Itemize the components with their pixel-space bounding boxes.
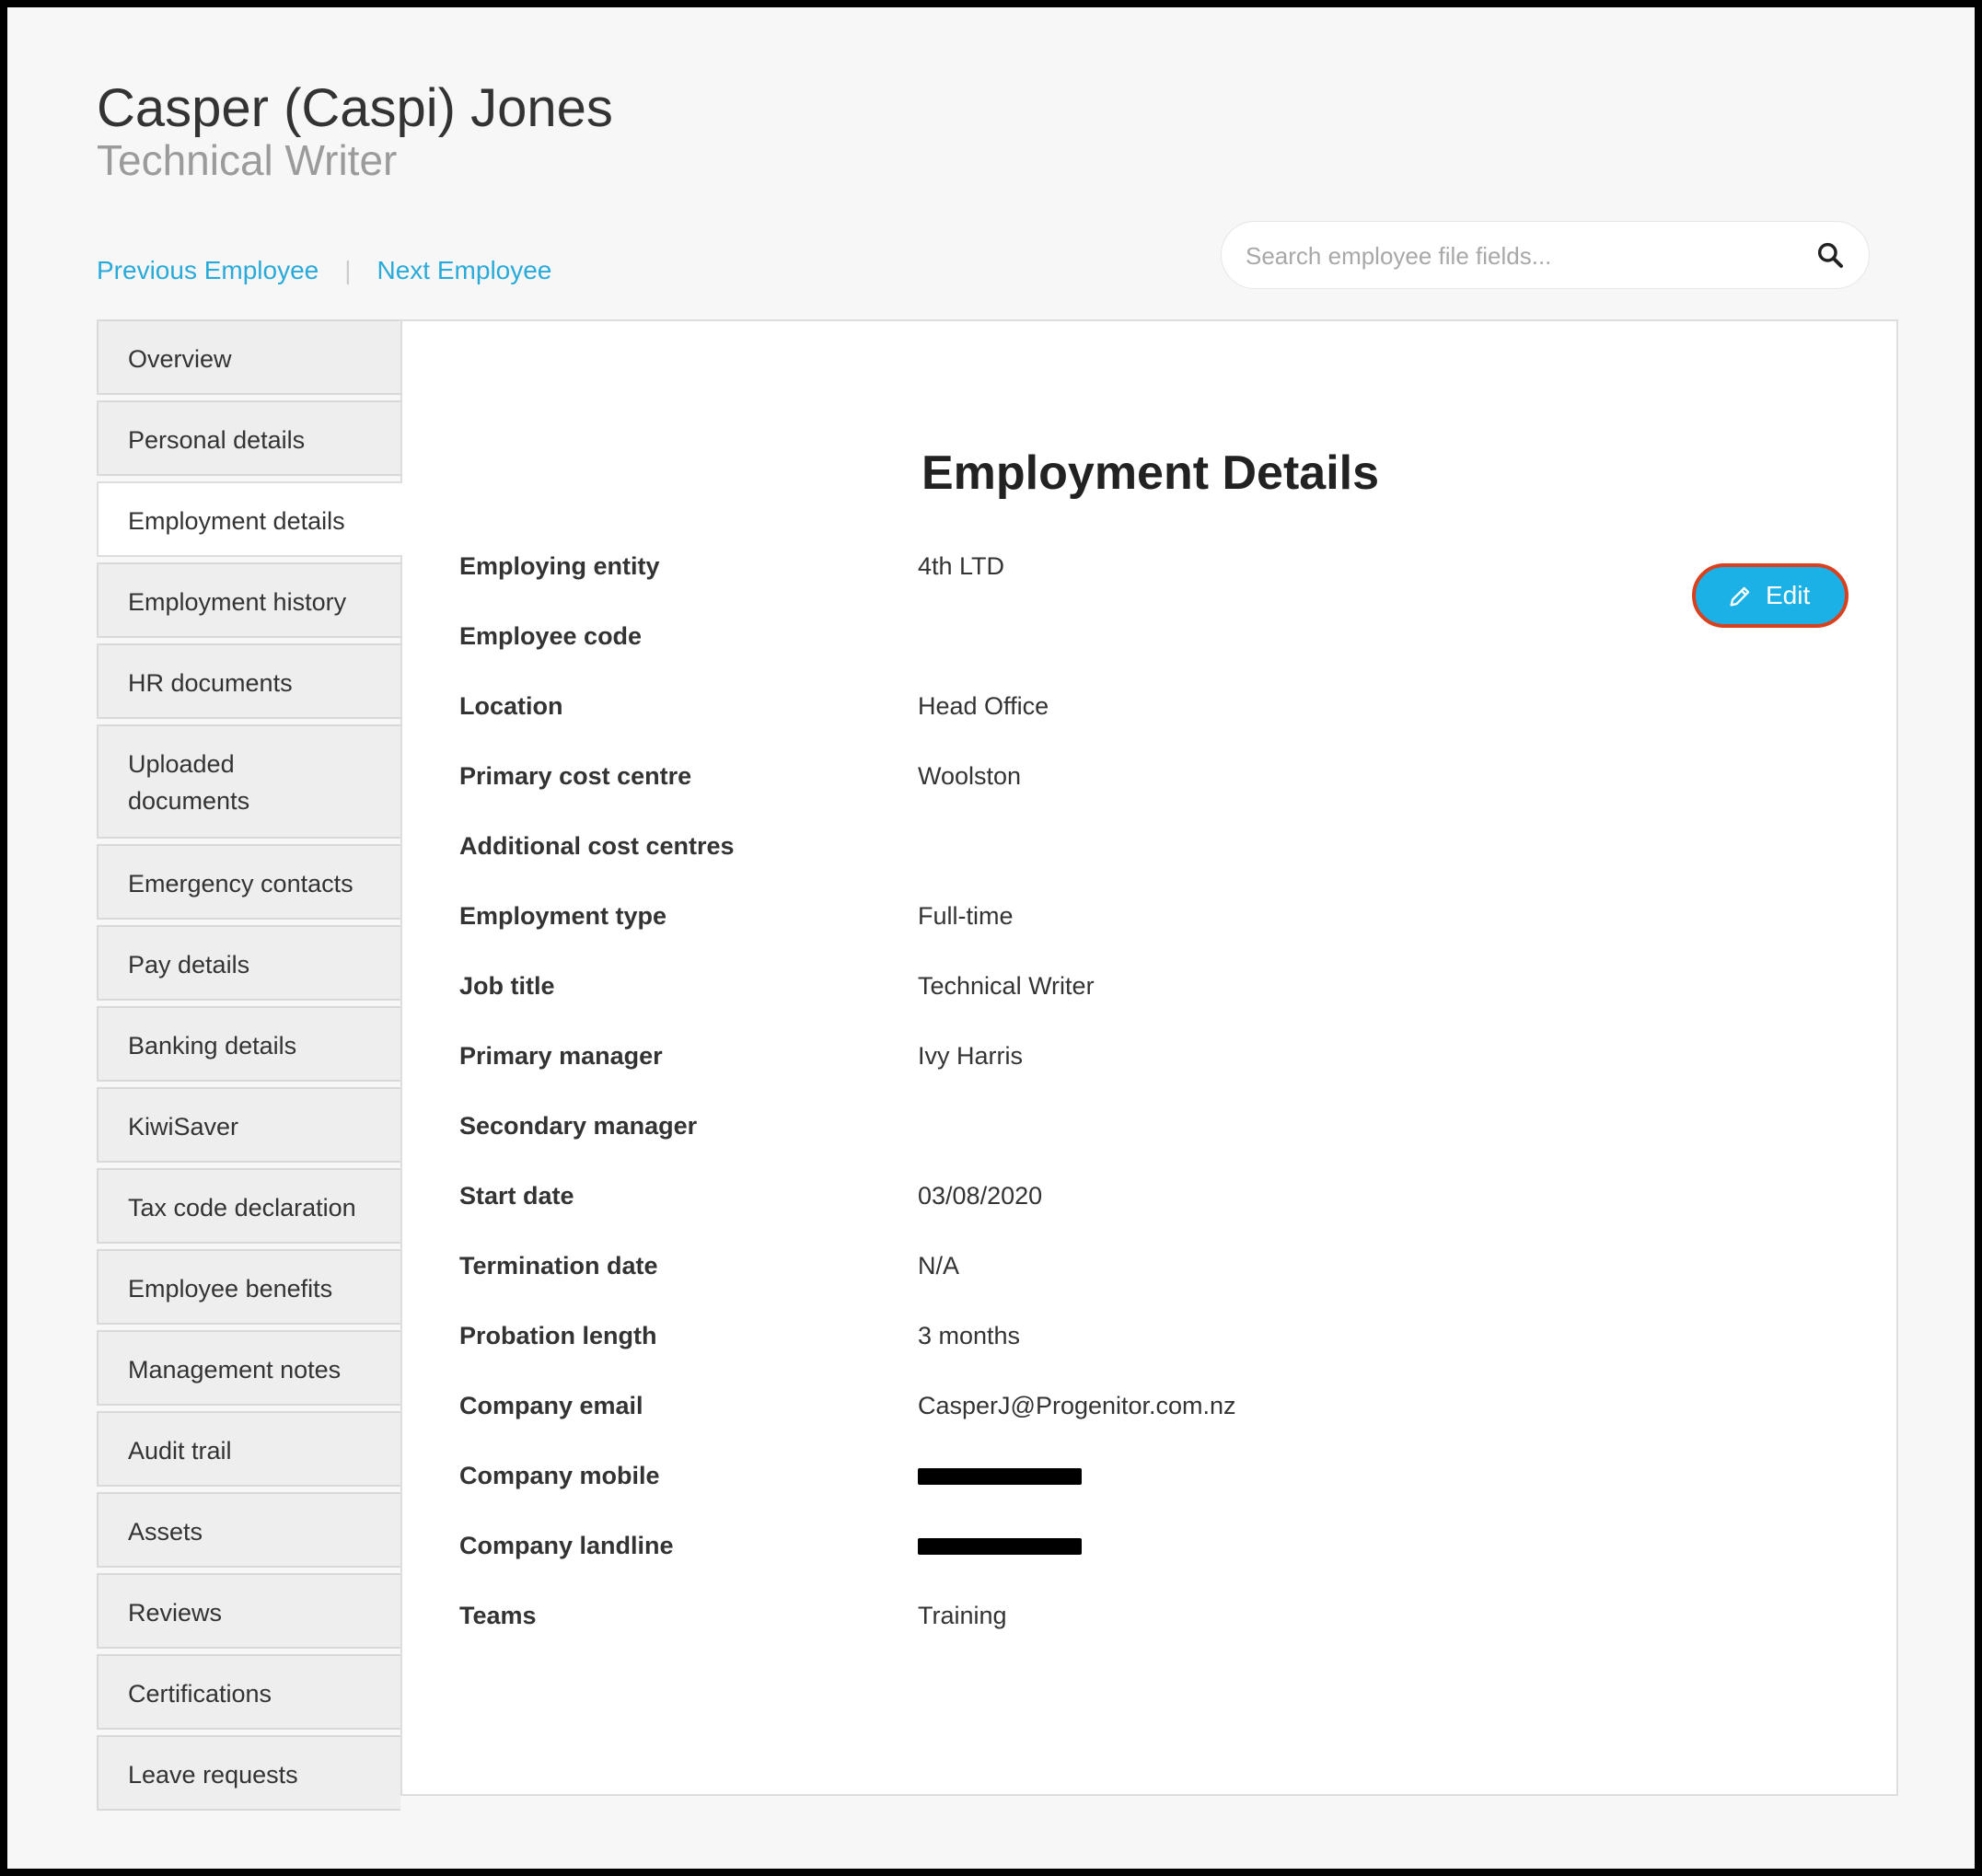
field-label: Employee code [459, 622, 643, 650]
tab-reviews[interactable]: Reviews [97, 1573, 400, 1649]
field-label: Additional cost centres [459, 832, 735, 860]
detail-row-job-title: Job title Technical Writer [459, 969, 1472, 1039]
field-label: Company landline [459, 1532, 674, 1559]
employee-role: Technical Writer [97, 136, 398, 184]
detail-row-employee-code: Employee code [459, 620, 1472, 689]
field-label: Teams [459, 1602, 537, 1629]
field-value: Training [918, 1602, 1007, 1629]
field-value-redacted [918, 1459, 1082, 1493]
detail-row-company-email: Company email CasperJ@Progenitor.com.nz [459, 1389, 1472, 1459]
next-employee-link[interactable]: Next Employee [377, 256, 552, 284]
field-value: Woolston [918, 762, 1022, 790]
field-label: Primary manager [459, 1042, 663, 1070]
sidebar-nav: Overview Personal details Employment det… [97, 319, 402, 1816]
field-label: Job title [459, 972, 555, 1000]
search-box [1221, 221, 1870, 289]
detail-row-secondary-manager: Secondary manager [459, 1109, 1472, 1179]
detail-row-probation-length: Probation length 3 months [459, 1319, 1472, 1389]
field-label: Employing entity [459, 552, 660, 580]
field-label: Termination date [459, 1252, 658, 1280]
redaction-bar [918, 1468, 1082, 1485]
edit-button[interactable]: Edit [1692, 563, 1849, 628]
detail-row-location: Location Head Office [459, 689, 1472, 759]
field-value: N/A [918, 1252, 960, 1280]
field-value: 3 months [918, 1322, 1021, 1349]
employee-navigation: Previous Employee | Next Employee [97, 254, 551, 287]
field-value: Technical Writer [918, 972, 1095, 1000]
field-value: CasperJ@Progenitor.com.nz [918, 1392, 1236, 1419]
detail-row-start-date: Start date 03/08/2020 [459, 1179, 1472, 1249]
field-label: Probation length [459, 1322, 657, 1349]
tab-uploaded-documents[interactable]: Uploaded documents [97, 724, 400, 839]
tab-kiwisaver[interactable]: KiwiSaver [97, 1087, 400, 1163]
tab-employment-history[interactable]: Employment history [97, 562, 400, 638]
tab-employee-benefits[interactable]: Employee benefits [97, 1249, 400, 1325]
detail-row-primary-manager: Primary manager Ivy Harris [459, 1039, 1472, 1109]
tab-emergency-contacts[interactable]: Emergency contacts [97, 844, 400, 920]
tab-personal-details[interactable]: Personal details [97, 400, 400, 476]
detail-row-primary-cost-centre: Primary cost centre Woolston [459, 759, 1472, 829]
tab-tax-code-declaration[interactable]: Tax code declaration [97, 1168, 400, 1244]
tab-certifications[interactable]: Certifications [97, 1654, 400, 1730]
pencil-icon [1730, 586, 1750, 607]
field-label: Employment type [459, 902, 667, 930]
detail-row-employment-type: Employment type Full-time [459, 899, 1472, 969]
tab-leave-requests[interactable]: Leave requests [97, 1735, 400, 1811]
redaction-bar [918, 1538, 1082, 1555]
detail-row-company-landline: Company landline [459, 1529, 1472, 1599]
employee-name: Casper (Caspi) Jones [97, 78, 613, 138]
field-label: Company email [459, 1392, 643, 1419]
search-input[interactable] [1244, 235, 1791, 277]
search-icon[interactable] [1815, 240, 1845, 270]
field-value: 03/08/2020 [918, 1182, 1043, 1210]
panel-title: Employment Details [921, 446, 1380, 500]
edit-button-label: Edit [1766, 581, 1811, 609]
field-label: Primary cost centre [459, 762, 692, 790]
field-value: Head Office [918, 692, 1049, 720]
detail-row-termination-date: Termination date N/A [459, 1249, 1472, 1319]
field-value: Ivy Harris [918, 1042, 1023, 1070]
field-label: Company mobile [459, 1462, 660, 1489]
previous-employee-link[interactable]: Previous Employee [97, 256, 319, 284]
tab-audit-trail[interactable]: Audit trail [97, 1411, 400, 1487]
field-value: 4th LTD [918, 552, 1005, 580]
tab-employment-details[interactable]: Employment details [97, 481, 402, 557]
detail-row-teams: Teams Training [459, 1599, 1472, 1669]
tab-overview[interactable]: Overview [97, 319, 400, 395]
field-label: Start date [459, 1182, 574, 1210]
field-label: Secondary manager [459, 1112, 698, 1140]
app-frame: Casper (Caspi) Jones Technical Writer Pr… [7, 7, 1975, 1869]
detail-row-employing-entity: Employing entity 4th LTD [459, 550, 1472, 620]
tab-assets[interactable]: Assets [97, 1492, 400, 1568]
employment-details-panel: Employment Details Edit Employing entity… [400, 319, 1898, 1796]
tab-pay-details[interactable]: Pay details [97, 925, 400, 1001]
field-label: Location [459, 692, 563, 720]
detail-row-additional-cost-centres: Additional cost centres [459, 829, 1472, 899]
field-value: Full-time [918, 902, 1014, 930]
details-list: Employing entity 4th LTD Employee code L… [459, 550, 1472, 1669]
detail-row-company-mobile: Company mobile [459, 1459, 1472, 1529]
field-value-redacted [918, 1529, 1082, 1563]
nav-separator: | [344, 256, 352, 284]
tab-hr-documents[interactable]: HR documents [97, 643, 400, 719]
tab-management-notes[interactable]: Management notes [97, 1330, 400, 1406]
tab-banking-details[interactable]: Banking details [97, 1006, 400, 1082]
